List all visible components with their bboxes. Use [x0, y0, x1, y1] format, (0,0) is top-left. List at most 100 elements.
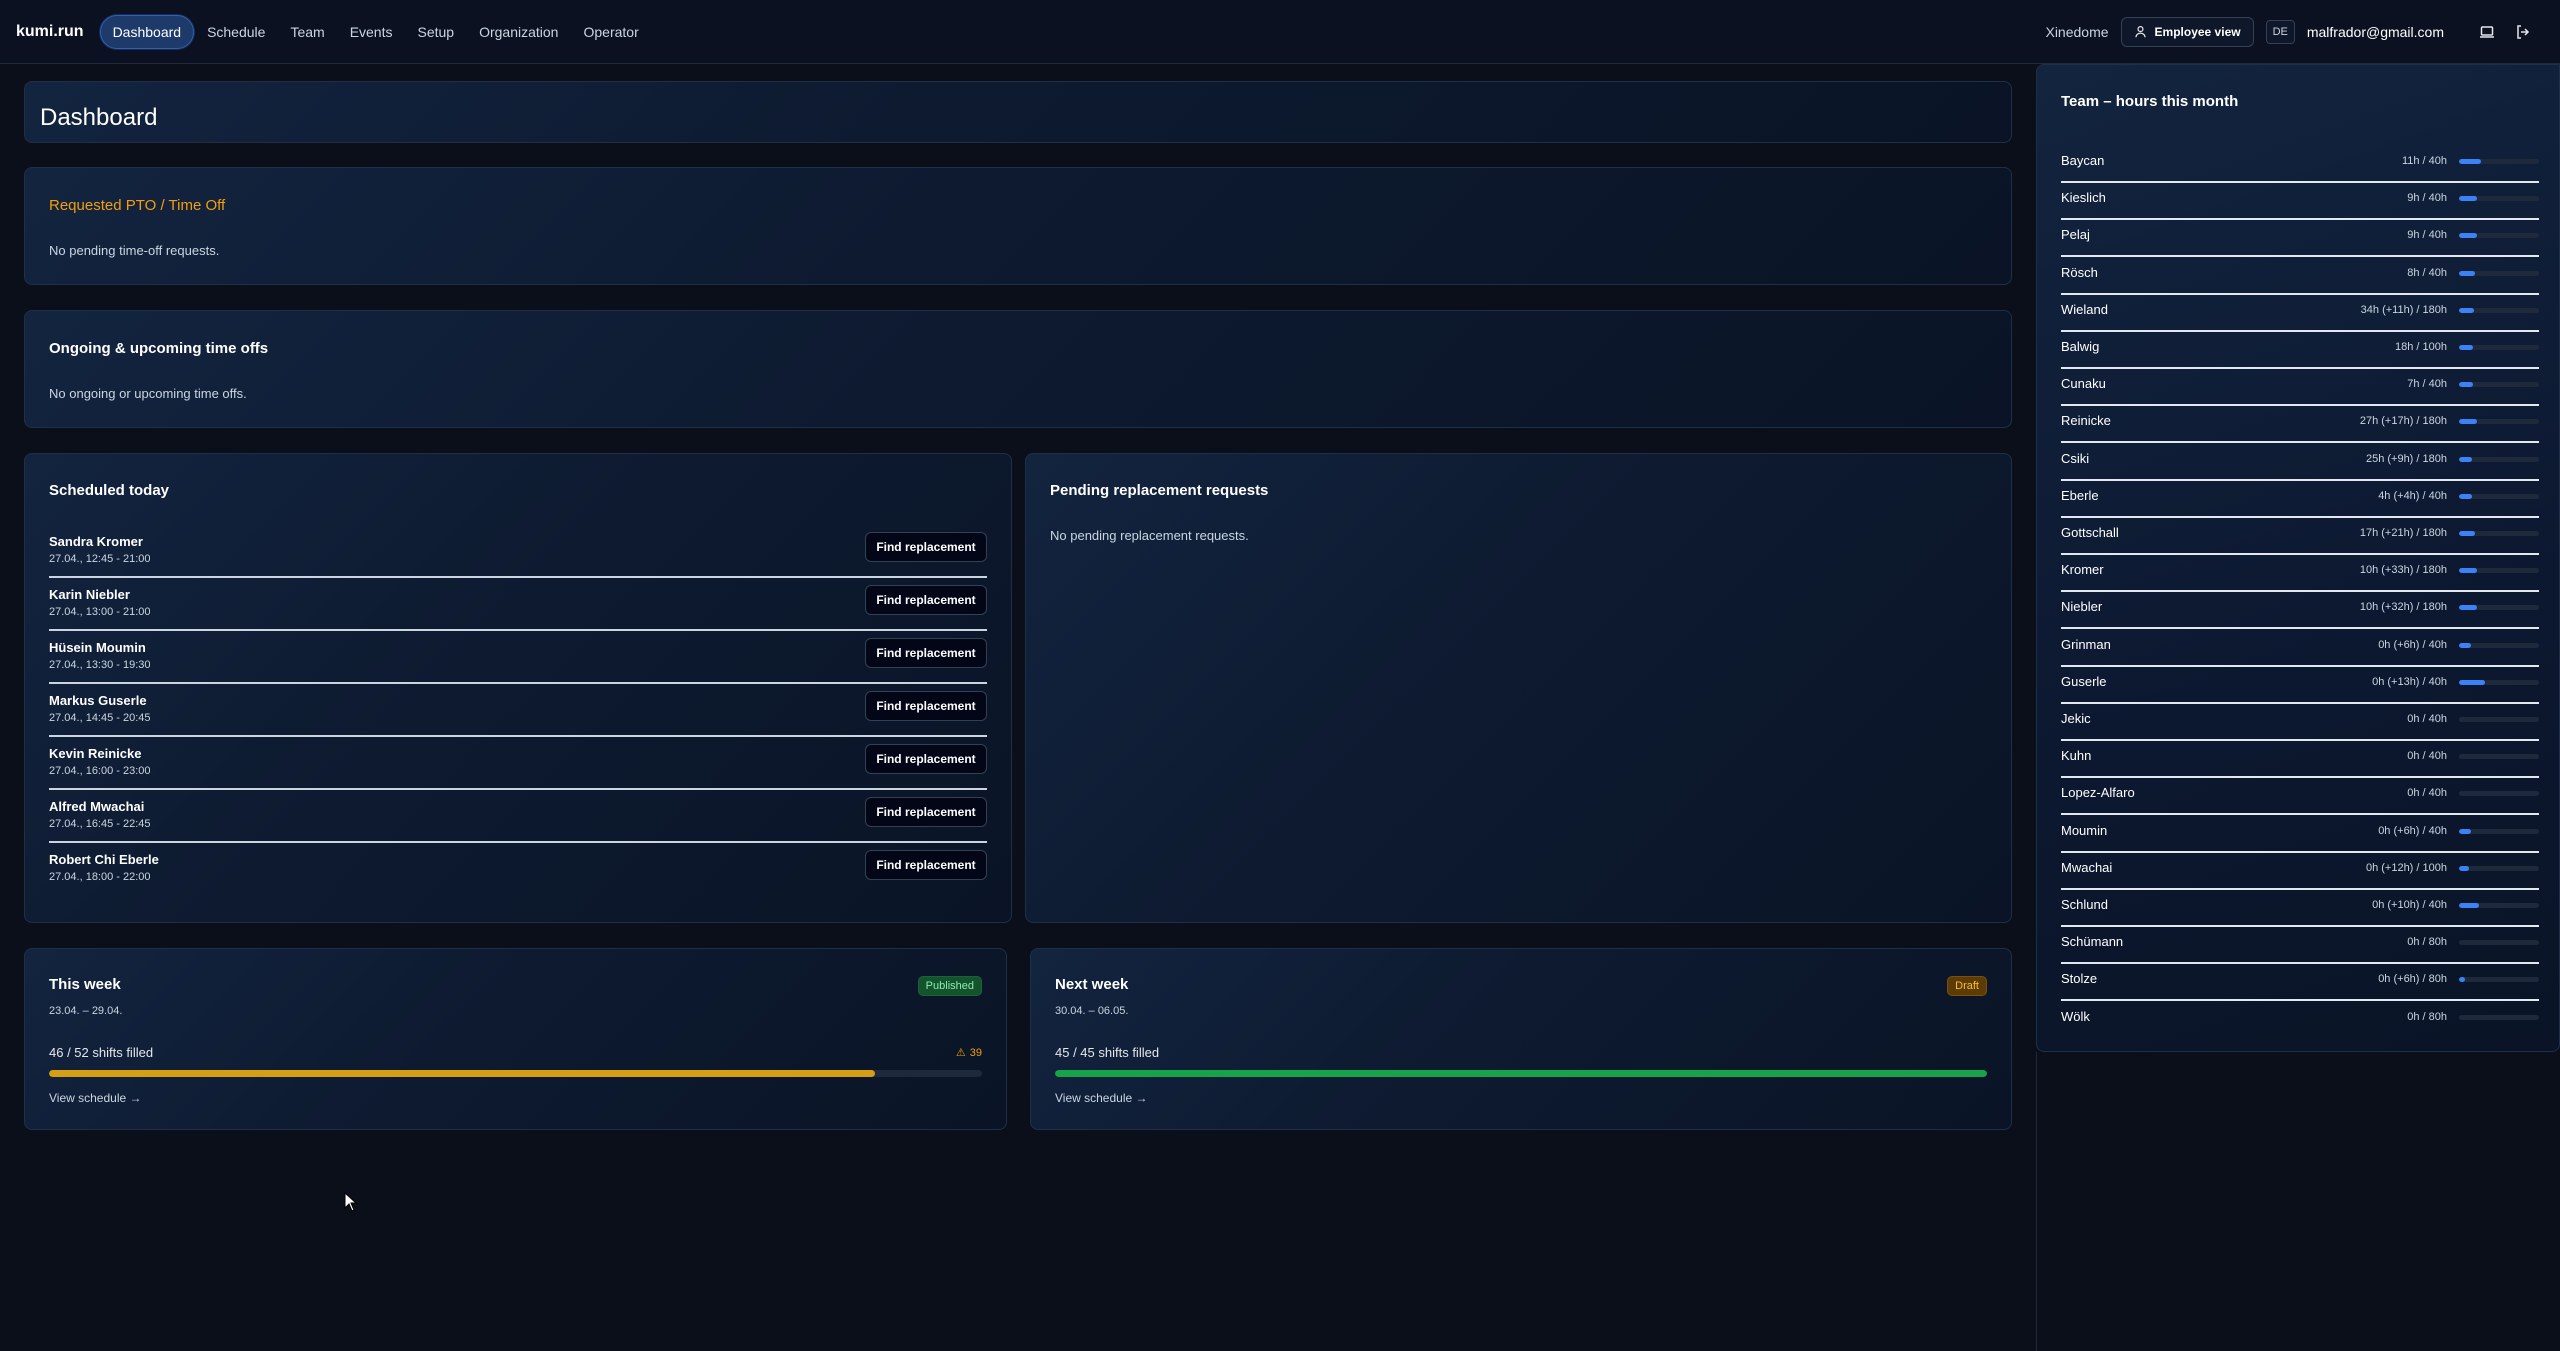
find-replacement-button[interactable]: Find replacement: [865, 638, 987, 668]
find-replacement-button[interactable]: Find replacement: [865, 532, 987, 562]
team-member-row: Niebler 10h (+32h) / 180h: [2061, 592, 2539, 630]
team-member-row: Eberle 4h (+4h) / 40h: [2061, 481, 2539, 518]
team-member-name: Schümann: [2061, 934, 2124, 950]
page-title: Dashboard: [40, 104, 158, 131]
replacement-requests-card: Pending replacement requests No pending …: [1025, 453, 2012, 923]
team-member-hours: 0h / 80h: [2407, 1010, 2447, 1023]
user-icon: [2134, 26, 2146, 38]
hours-progress-fill: [2459, 419, 2477, 425]
this-week-progress-fill: [49, 1070, 875, 1077]
hours-progress-bar: [2459, 1014, 2539, 1020]
team-member-hours: 0h (+6h) / 40h: [2378, 824, 2447, 837]
team-member-row: Rösch 8h / 40h: [2061, 258, 2539, 295]
hours-progress-bar: [2459, 307, 2539, 313]
find-replacement-button[interactable]: Find replacement: [865, 585, 987, 615]
employee-name: Kevin Reinicke: [49, 746, 142, 761]
scheduled-title: Scheduled today: [49, 482, 170, 499]
warning-indicator: ⚠ 39: [955, 1046, 982, 1060]
this-week-progress: [49, 1070, 982, 1077]
scheduled-today-card: Scheduled today Sandra Kromer 27.04., 12…: [24, 453, 1012, 923]
team-member-name: Rösch: [2061, 264, 2098, 280]
mouse-cursor-icon: [344, 1192, 358, 1212]
team-member-hours: 9h / 40h: [2407, 229, 2447, 242]
employee-view-button[interactable]: Employee view: [2120, 16, 2254, 47]
logout-icon[interactable]: [2512, 21, 2534, 43]
hours-progress-fill: [2459, 679, 2485, 685]
find-replacement-button[interactable]: Find replacement: [865, 691, 987, 721]
team-hours-title: Team – hours this month: [2061, 93, 2239, 110]
nav-right-group: Xinedome Employee view DE malfrador@gmai…: [2045, 16, 2462, 47]
nav-schedule[interactable]: Schedule: [195, 16, 277, 48]
team-member-row: Schlund 0h (+10h) / 40h: [2061, 890, 2539, 927]
find-replacement-button[interactable]: Find replacement: [865, 850, 987, 880]
hours-progress-bar: [2459, 419, 2539, 425]
team-member-hours: 0h / 80h: [2407, 936, 2447, 949]
team-member-name: Kromer: [2061, 562, 2104, 578]
hours-progress-fill: [2459, 382, 2473, 388]
next-week-progress-fill: [1055, 1070, 1987, 1077]
team-member-hours: 0h / 40h: [2407, 750, 2447, 763]
hours-progress-bar: [2459, 977, 2539, 983]
nav-operator[interactable]: Operator: [571, 16, 650, 48]
team-member-hours: 25h (+9h) / 180h: [2365, 452, 2447, 465]
shift-time: 27.04., 18:00 - 22:00: [49, 871, 151, 883]
this-week-card: This week Published 23.04. – 29.04. 46 /…: [24, 948, 1007, 1130]
next-week-range: 30.04. – 06.05.: [1055, 1005, 1129, 1017]
team-member-row: Cunaku 7h / 40h: [2061, 369, 2539, 407]
device-icon[interactable]: [2476, 21, 2498, 43]
shift-time: 27.04., 13:00 - 21:00: [49, 606, 151, 618]
page-title-card: Dashboard: [24, 81, 2012, 143]
language-switch[interactable]: DE: [2265, 19, 2295, 44]
brand-logo[interactable]: kumi.run: [16, 23, 84, 41]
next-week-title: Next week: [1055, 976, 1129, 993]
find-replacement-button[interactable]: Find replacement: [865, 744, 987, 774]
nav-events[interactable]: Events: [338, 16, 405, 48]
hours-progress-fill: [2459, 605, 2477, 611]
status-badge: Published: [917, 976, 982, 996]
nav-team[interactable]: Team: [278, 16, 336, 48]
nav-setup[interactable]: Setup: [406, 16, 467, 48]
hours-progress-bar: [2459, 717, 2539, 722]
find-replacement-button[interactable]: Find replacement: [865, 797, 987, 827]
pto-empty-message: No pending time-off requests.: [49, 243, 220, 258]
team-member-row: Baycan 11h / 40h: [2061, 146, 2539, 183]
team-member-row: Lopez-Alfaro 0h / 40h: [2061, 778, 2539, 816]
hours-progress-fill: [2459, 456, 2472, 462]
hours-progress-bar: [2459, 382, 2539, 388]
next-week-progress: [1055, 1070, 1987, 1077]
user-email: malfrador@gmail.com: [2306, 23, 2444, 40]
hours-progress-fill: [2459, 531, 2475, 536]
team-member-name: Kuhn: [2061, 748, 2092, 764]
shift-time: 27.04., 16:00 - 23:00: [49, 765, 151, 777]
hours-progress-bar: [2459, 903, 2539, 908]
team-member-hours: 0h (+12h) / 100h: [2365, 861, 2447, 874]
team-member-row: Moumin 0h (+6h) / 40h: [2061, 816, 2539, 853]
team-member-name: Niebler: [2061, 599, 2103, 615]
view-schedule-link[interactable]: View schedule →: [49, 1091, 142, 1105]
this-week-range: 23.04. – 29.04.: [49, 1005, 123, 1017]
team-member-name: Schlund: [2061, 897, 2108, 912]
team-member-name: Baycan: [2061, 153, 2105, 168]
team-member-hours: 18h / 100h: [2395, 341, 2447, 353]
employee-name: Markus Guserle: [49, 693, 147, 708]
hours-progress-bar: [2459, 679, 2539, 685]
hours-progress-bar: [2459, 196, 2539, 202]
team-member-hours: 0h / 40h: [2407, 787, 2447, 800]
hours-progress-fill: [2459, 903, 2479, 908]
team-member-row: Stolze 0h (+6h) / 80h: [2061, 964, 2539, 1002]
hours-progress-fill: [2459, 159, 2481, 164]
team-member-row: Schümann 0h / 80h: [2061, 927, 2539, 965]
warning-icon: ⚠: [955, 1047, 966, 1059]
view-schedule-link[interactable]: View schedule →: [1055, 1091, 1148, 1105]
team-member-name: Eberle: [2061, 487, 2099, 503]
hours-progress-bar: [2459, 456, 2539, 462]
nav-dashboard[interactable]: Dashboard: [99, 14, 195, 49]
next-week-card: Next week Draft 30.04. – 06.05. 45 / 45 …: [1030, 948, 2012, 1130]
hours-progress-fill: [2459, 307, 2475, 313]
nav-organization[interactable]: Organization: [467, 16, 570, 48]
team-member-row: Kuhn 0h / 40h: [2061, 741, 2539, 779]
team-member-name: Stolze: [2061, 971, 2098, 987]
team-member-row: Wieland 34h (+11h) / 180h: [2061, 295, 2539, 332]
team-member-name: Grinman: [2061, 636, 2111, 652]
team-member-name: Kieslich: [2061, 190, 2106, 206]
